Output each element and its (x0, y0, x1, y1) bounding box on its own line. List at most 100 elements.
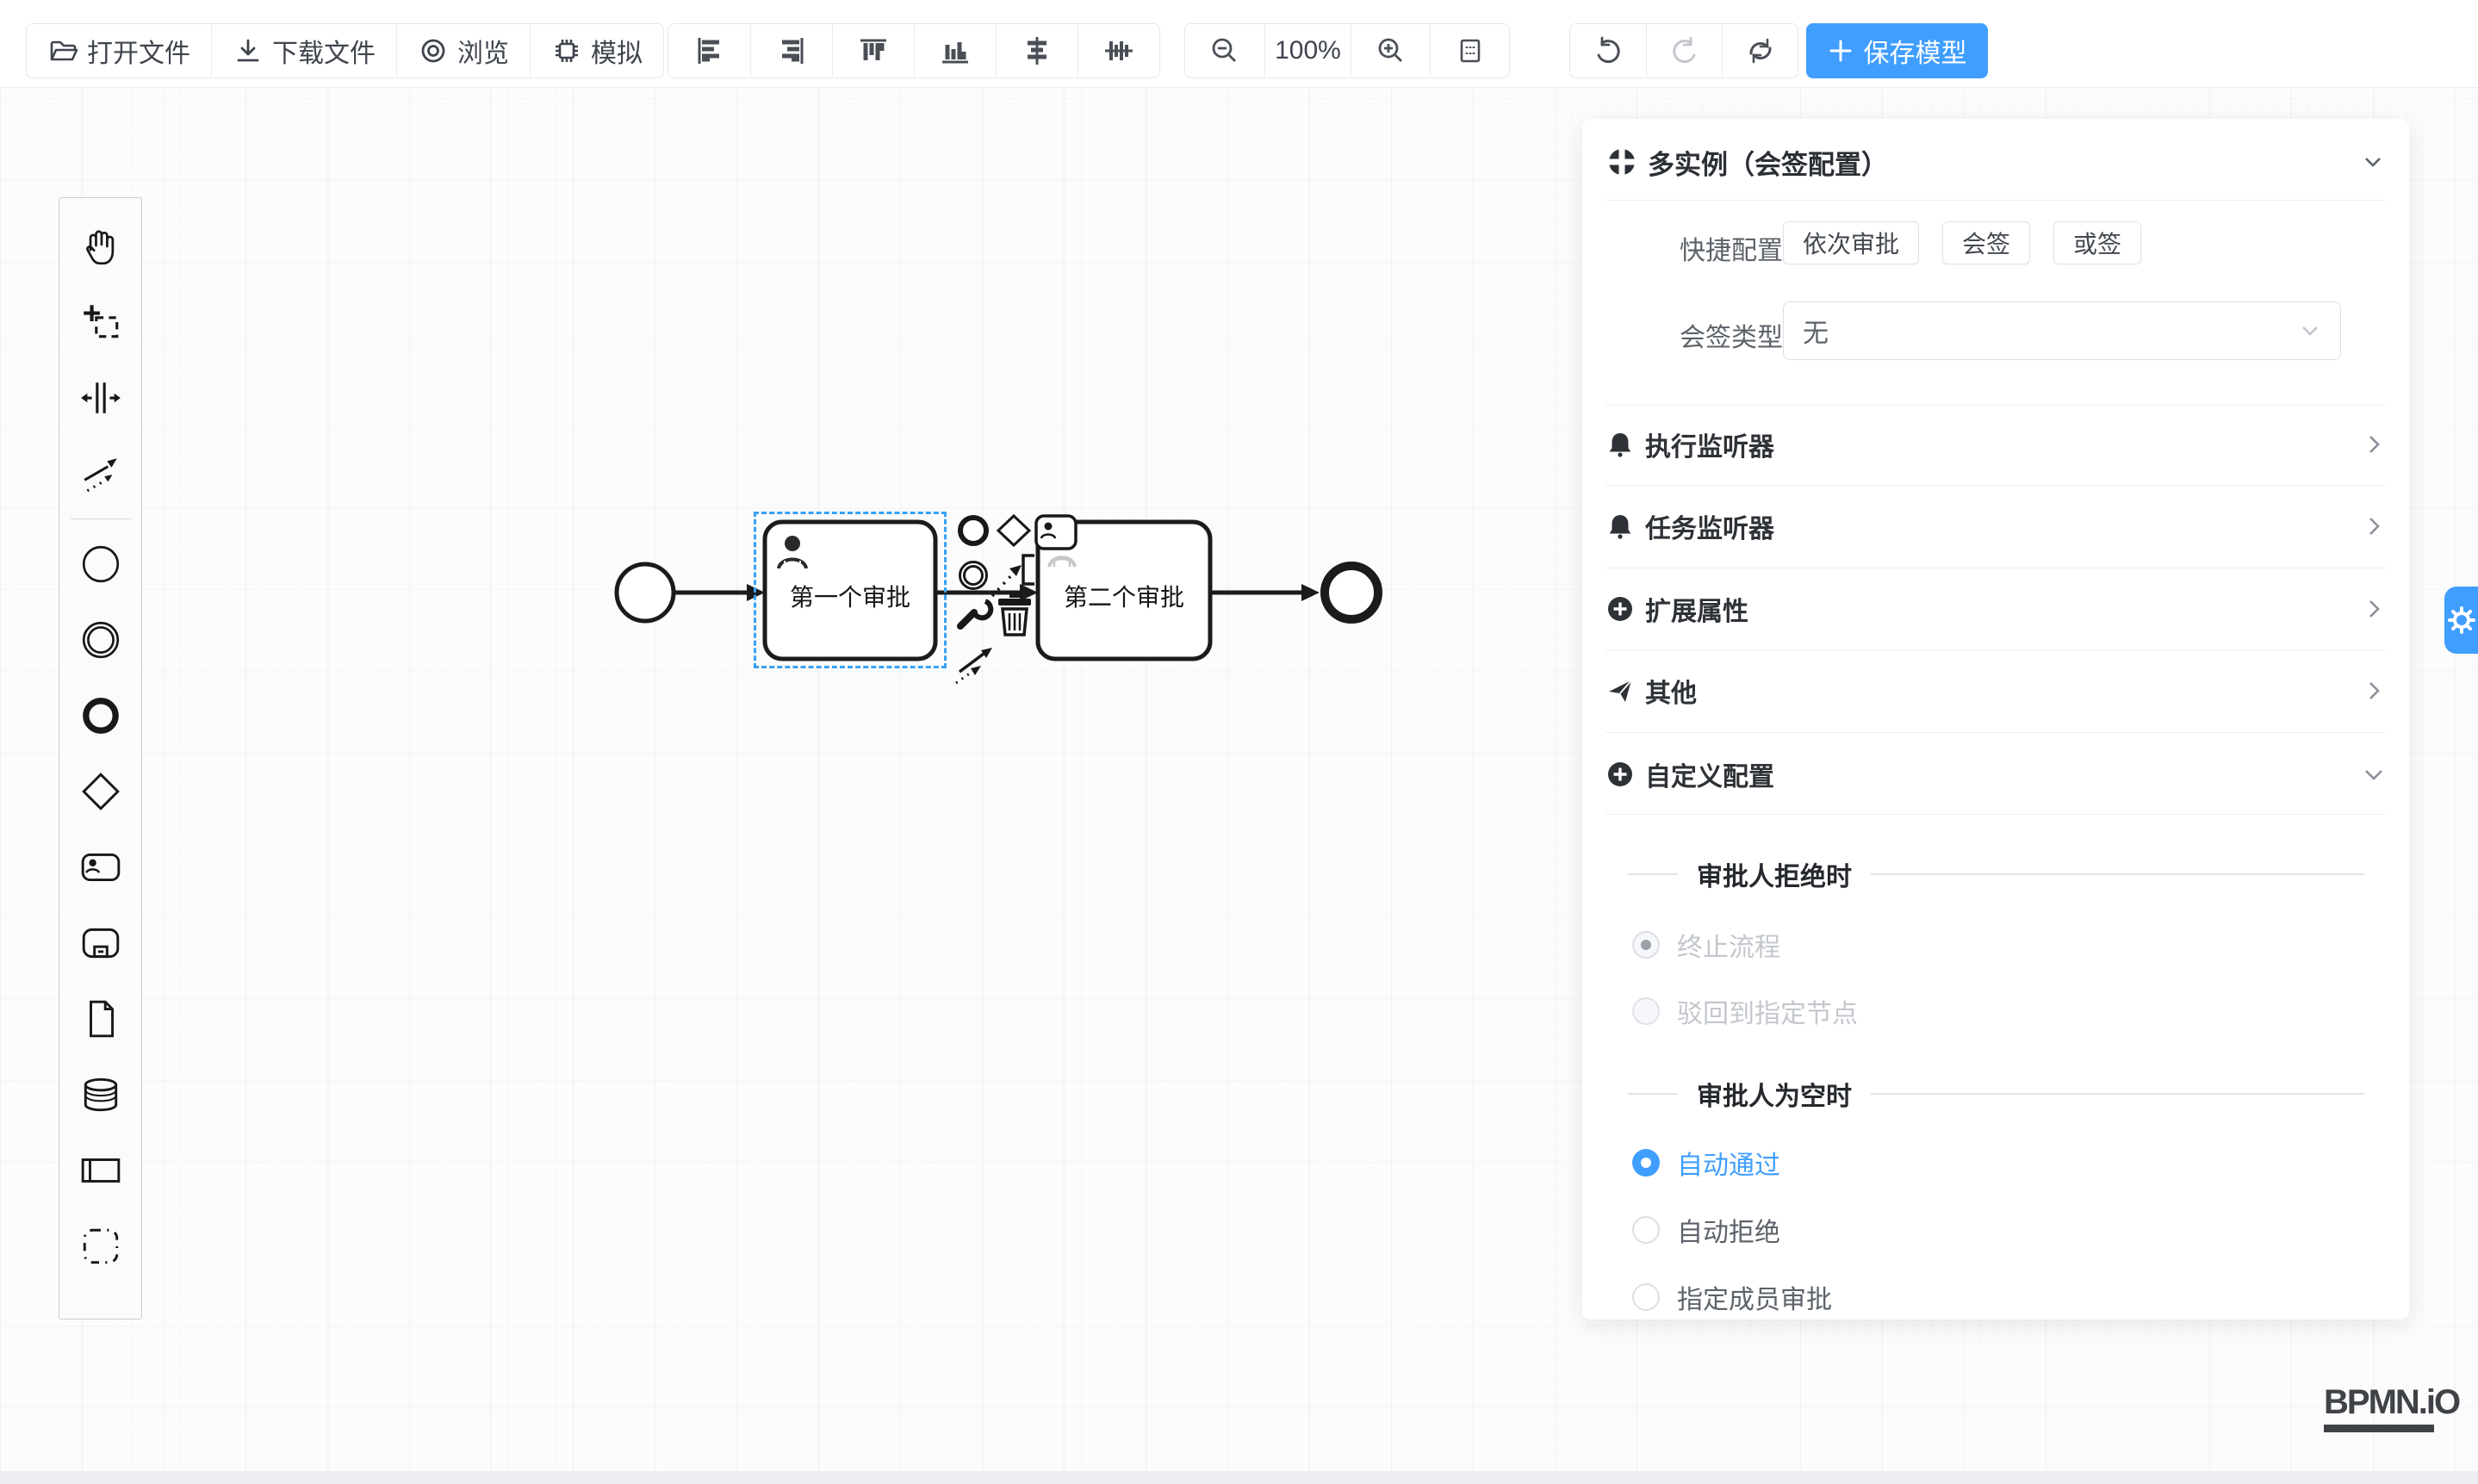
wrench-change-type-button[interactable] (960, 601, 991, 626)
simulate-label: 模拟 (591, 32, 643, 70)
append-text-annotation-button[interactable] (1023, 556, 1034, 584)
save-model-label: 保存模型 (1864, 32, 1967, 70)
hand-tool[interactable] (64, 208, 138, 284)
open-file-button[interactable]: 打开文件 (27, 24, 211, 78)
toolbar: 打开文件 下载文件 浏览 模拟 (0, 0, 2478, 88)
quick-option-sequential-button[interactable]: 依次审批 (1783, 221, 1919, 264)
quick-option-label: 或签 (2073, 226, 2121, 260)
settings-tab[interactable] (2444, 587, 2478, 654)
zoom-out-icon (1208, 34, 1241, 67)
radio-dot (1632, 1149, 1660, 1177)
connect-tool-button[interactable] (956, 648, 992, 683)
lasso-icon (79, 301, 122, 344)
section-label: 任务监听器 (1645, 507, 1774, 545)
create-subprocess[interactable] (64, 905, 138, 981)
simulate-button[interactable]: 模拟 (530, 24, 663, 78)
divider (1871, 873, 2364, 875)
radio-label: 自动通过 (1677, 1144, 1780, 1182)
file-button-group: 打开文件 下载文件 浏览 模拟 (26, 23, 664, 78)
append-gateway-button[interactable] (998, 516, 1029, 545)
align-center-horizontal-button[interactable] (996, 24, 1078, 78)
zoom-level-display[interactable]: 100% (1264, 24, 1351, 78)
space-tool[interactable] (64, 360, 138, 436)
align-top-icon (857, 34, 890, 67)
bell-icon (1606, 512, 1634, 540)
group-title-text: 审批人拒绝时 (1697, 855, 1852, 893)
section-execution-listener[interactable]: 执行监听器 (1606, 417, 2385, 472)
radio-label: 指定成员审批 (1677, 1278, 1832, 1316)
align-left-button[interactable] (668, 24, 750, 78)
align-bottom-icon (939, 34, 972, 67)
create-participant-pool[interactable] (64, 1133, 138, 1208)
end-event-icon (79, 694, 122, 737)
start-event-icon (79, 543, 122, 586)
fit-viewport-button[interactable] (1430, 24, 1509, 78)
zoom-level-value: 100% (1275, 36, 1341, 65)
bpmn-io-logo[interactable]: BPMN.iO (2324, 1383, 2434, 1432)
refresh-icon (1744, 34, 1777, 67)
browse-button[interactable]: 浏览 (396, 24, 530, 78)
delete-button[interactable] (998, 593, 1031, 635)
radio-assign-member[interactable]: 指定成员审批 (1632, 1280, 1832, 1314)
quick-option-countersign-button[interactable]: 会签 (1942, 221, 2030, 264)
save-model-button[interactable]: 保存模型 (1806, 23, 1988, 78)
global-connect-tool[interactable] (64, 436, 138, 512)
zoom-out-button[interactable] (1185, 24, 1264, 78)
end-event-shape[interactable] (1325, 566, 1378, 619)
quick-config-label: 快捷配置 (1606, 229, 1783, 267)
create-user-task[interactable] (64, 829, 138, 905)
radio-dot (1632, 997, 1660, 1025)
data-object-icon (79, 997, 122, 1040)
align-bottom-button[interactable] (914, 24, 996, 78)
send-icon (1606, 677, 1634, 705)
sign-type-select[interactable]: 无 (1783, 301, 2341, 360)
task1-label: 第一个审批 (765, 579, 935, 613)
start-event-shape[interactable] (617, 564, 674, 621)
redo-button[interactable] (1646, 24, 1722, 78)
create-start-event[interactable] (64, 526, 138, 602)
lasso-tool[interactable] (64, 284, 138, 360)
append-intermediate-event-button[interactable] (960, 562, 987, 589)
radio-dot (1632, 931, 1660, 959)
folder-open-icon (47, 35, 78, 66)
connect-arrows-icon (79, 452, 122, 495)
quick-config-options: 依次审批 会签 或签 (1783, 221, 2141, 264)
properties-panel: 多实例（会签配置） 快捷配置 依次审批 会签 或签 会签类型 无 执行监听器 任 (1582, 119, 2409, 1319)
create-group[interactable] (64, 1208, 138, 1284)
create-data-object[interactable] (64, 981, 138, 1057)
create-data-store[interactable] (64, 1057, 138, 1133)
radio-label: 驳回到指定节点 (1677, 992, 1858, 1030)
group-icon (79, 1225, 122, 1268)
create-end-event[interactable] (64, 678, 138, 754)
section-custom-config[interactable]: 自定义配置 (1606, 747, 2385, 802)
preview-eye-icon (418, 35, 449, 66)
hand-icon (79, 225, 122, 268)
align-right-button[interactable] (750, 24, 832, 78)
append-user-task-button[interactable] (1036, 516, 1076, 549)
section-task-listener[interactable]: 任务监听器 (1606, 499, 2385, 554)
refresh-button[interactable] (1722, 24, 1798, 78)
download-file-label: 下载文件 (272, 32, 376, 70)
zoom-in-button[interactable] (1351, 24, 1430, 78)
download-file-button[interactable]: 下载文件 (211, 24, 396, 78)
bpmn-modeler-app: 打开文件 下载文件 浏览 模拟 (0, 0, 2478, 1484)
section-label: 自定义配置 (1645, 755, 1774, 793)
undo-button[interactable] (1570, 24, 1646, 78)
fit-viewport-icon (1454, 34, 1487, 67)
multi-instance-icon (1606, 146, 1637, 177)
quick-option-orsign-button[interactable]: 或签 (2053, 221, 2141, 264)
radio-auto-pass[interactable]: 自动通过 (1632, 1146, 1780, 1180)
multi-instance-header[interactable]: 多实例（会签配置） (1606, 143, 2385, 181)
section-other[interactable]: 其他 (1606, 663, 2385, 718)
create-intermediate-event[interactable] (64, 602, 138, 678)
quick-option-label: 依次审批 (1803, 226, 1899, 260)
radio-auto-reject[interactable]: 自动拒绝 (1632, 1213, 1780, 1247)
align-middle-vertical-button[interactable] (1078, 24, 1159, 78)
create-gateway[interactable] (64, 754, 138, 829)
align-top-button[interactable] (832, 24, 914, 78)
append-end-event-button[interactable] (960, 518, 986, 543)
browse-label: 浏览 (457, 32, 509, 70)
section-extended-properties[interactable]: 扩展属性 (1606, 581, 2385, 636)
horizontal-scrollbar[interactable] (0, 1471, 2478, 1484)
align-left-icon (693, 34, 726, 67)
